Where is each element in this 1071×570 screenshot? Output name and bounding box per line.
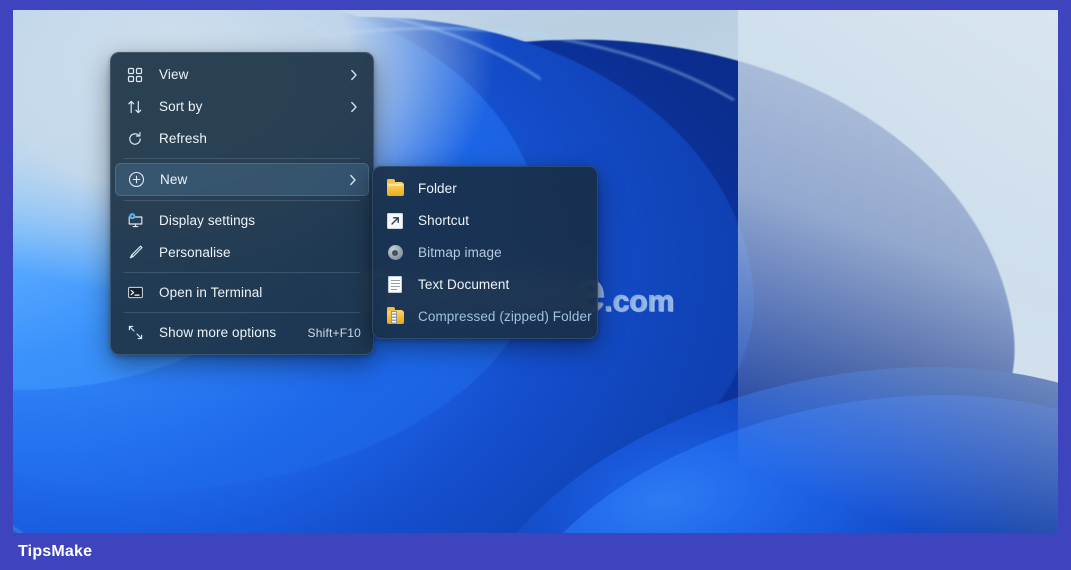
chevron-right-icon: [346, 174, 360, 186]
new-submenu[interactable]: Folder Shortcut Bitmap image Text Docume…: [372, 166, 598, 339]
wallpaper-haze-right: [738, 10, 1058, 533]
menu-item-label: Refresh: [159, 131, 207, 146]
menu-item-label: Display settings: [159, 213, 256, 228]
desktop-context-menu[interactable]: View Sort by Refresh New Display setting…: [110, 52, 374, 355]
submenu-item-label: Compressed (zipped) Folder: [418, 309, 592, 324]
brand-name: TipsMake: [18, 542, 93, 560]
brush-icon: [125, 243, 145, 263]
submenu-item-label: Folder: [418, 181, 457, 196]
menu-item-sort-by[interactable]: Sort by: [115, 91, 369, 122]
submenu-item-shortcut[interactable]: Shortcut: [377, 205, 593, 236]
menu-item-view[interactable]: View: [115, 59, 369, 90]
bitmap-icon: [385, 243, 405, 263]
expand-icon: [125, 323, 145, 343]
grid-icon: [125, 65, 145, 85]
submenu-item-label: Shortcut: [418, 213, 470, 228]
menu-item-refresh[interactable]: Refresh: [115, 123, 369, 154]
shortcut-icon: [385, 211, 405, 231]
submenu-item-compressed-folder[interactable]: Compressed (zipped) Folder: [377, 301, 593, 332]
monitor-gear-icon: [125, 211, 145, 231]
chevron-right-icon: [347, 69, 361, 81]
submenu-item-bitmap-image[interactable]: Bitmap image: [377, 237, 593, 268]
menu-item-personalise[interactable]: Personalise: [115, 237, 369, 268]
menu-separator: [124, 158, 360, 159]
menu-separator: [124, 312, 360, 313]
screenshot-root: TipsMake.com View: [0, 0, 1071, 570]
menu-item-new[interactable]: New: [115, 163, 369, 196]
submenu-item-label: Text Document: [418, 277, 510, 292]
menu-item-label: Personalise: [159, 245, 231, 260]
menu-item-label: View: [159, 67, 189, 82]
menu-item-label: Show more options: [159, 325, 277, 340]
sort-arrows-icon: [125, 97, 145, 117]
submenu-item-text-document[interactable]: Text Document: [377, 269, 593, 300]
terminal-icon: [125, 283, 145, 303]
chevron-right-icon: [347, 101, 361, 113]
brand-bar: TipsMake: [0, 533, 1071, 570]
menu-item-display-settings[interactable]: Display settings: [115, 205, 369, 236]
menu-item-accelerator: Shift+F10: [307, 325, 361, 340]
menu-item-label: Open in Terminal: [159, 285, 263, 300]
menu-separator: [124, 200, 360, 201]
menu-separator: [124, 272, 360, 273]
menu-item-open-in-terminal[interactable]: Open in Terminal: [115, 277, 369, 308]
menu-item-label: Sort by: [159, 99, 203, 114]
folder-icon: [385, 178, 405, 199]
menu-item-label: New: [160, 172, 188, 187]
refresh-icon: [125, 129, 145, 149]
submenu-item-label: Bitmap image: [418, 245, 502, 260]
plus-circle-icon: [126, 170, 146, 190]
submenu-item-folder[interactable]: Folder: [377, 173, 593, 204]
menu-item-show-more-options[interactable]: Show more options Shift+F10: [115, 317, 369, 348]
zip-icon: [385, 306, 405, 327]
document-icon: [385, 275, 405, 295]
